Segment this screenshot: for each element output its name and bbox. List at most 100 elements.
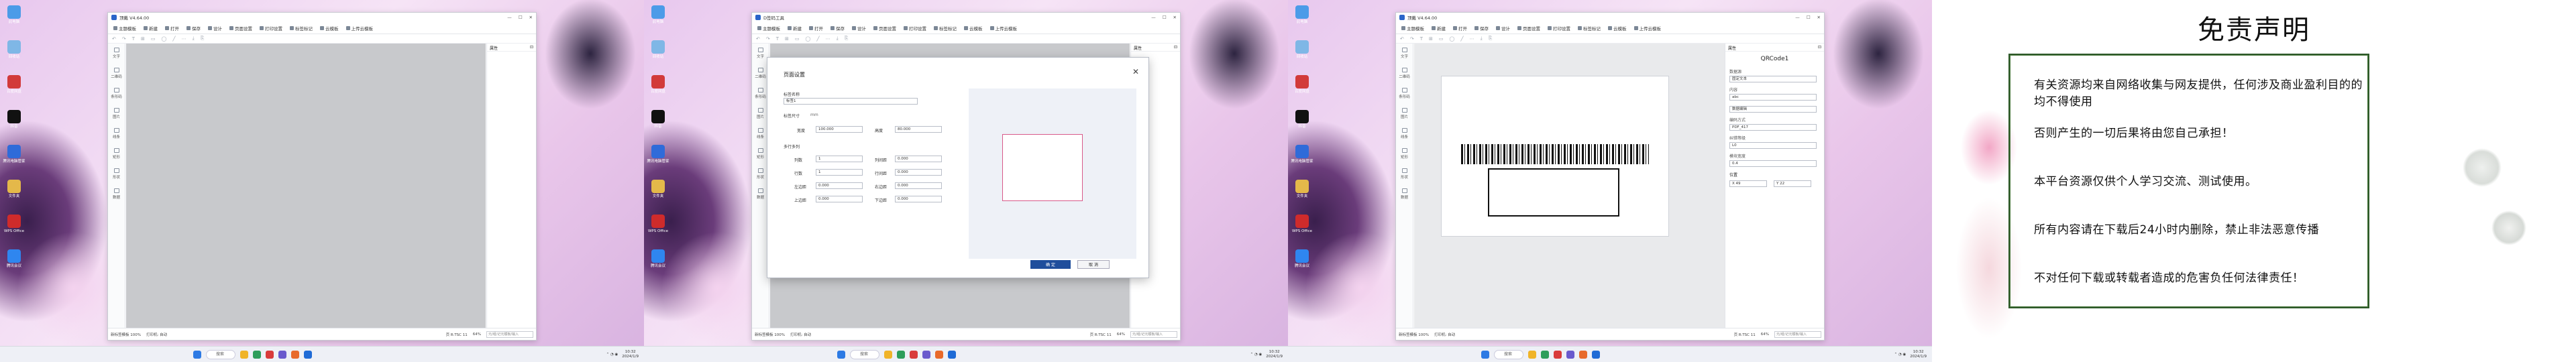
- app-icon[interactable]: [304, 350, 312, 359]
- desktop-icon[interactable]: 此电脑: [647, 5, 669, 35]
- tool-icon[interactable]: ╱: [816, 36, 819, 42]
- tool-icon[interactable]: ▭: [795, 36, 800, 42]
- menu-item[interactable]: 标签标记: [934, 25, 957, 32]
- desktop-icon[interactable]: 腾讯电脑管家: [3, 145, 25, 174]
- menu-item[interactable]: 打印设置: [904, 25, 926, 32]
- field-input[interactable]: 固定文本: [1729, 76, 1817, 82]
- tool-icon[interactable]: ▭: [1439, 36, 1444, 42]
- menu-item[interactable]: 保存: [1474, 25, 1489, 32]
- x-input[interactable]: X 49: [1729, 180, 1767, 187]
- status-search[interactable]: 元/组/记元模板/输入: [486, 330, 533, 338]
- row-input[interactable]: 1: [816, 156, 863, 162]
- zoom-level[interactable]: 64%: [473, 333, 481, 337]
- explorer-icon[interactable]: [240, 350, 248, 359]
- desktop-icon[interactable]: 腾讯会议: [1291, 249, 1313, 279]
- zoom-level[interactable]: 64%: [1761, 333, 1769, 337]
- row-input[interactable]: 0.000: [895, 169, 942, 176]
- desktop-icon[interactable]: 回收站: [1291, 40, 1313, 70]
- menu-item[interactable]: 上传云模板: [345, 25, 373, 32]
- tool-icon[interactable]: ⋯: [182, 36, 186, 42]
- desktop-icon[interactable]: 文件夹: [647, 180, 669, 209]
- desktop-icon[interactable]: 腾讯会议: [3, 249, 25, 279]
- status-search[interactable]: 元/组/记元模板/输入: [1130, 330, 1177, 338]
- sidebar-tool[interactable]: 形状: [1396, 164, 1413, 184]
- app-icon[interactable]: [922, 350, 930, 359]
- desktop-icon[interactable]: 文件夹: [3, 180, 25, 209]
- menu-item[interactable]: 打开: [809, 25, 823, 32]
- tool-icon[interactable]: ⊞: [141, 36, 145, 42]
- tray-icons[interactable]: ⌃ ◔ ◉: [1894, 353, 1907, 357]
- pin-icon[interactable]: ⊡: [530, 45, 533, 50]
- pin-icon[interactable]: ⊡: [1174, 45, 1177, 50]
- field-input[interactable]: PDF_417: [1729, 124, 1817, 131]
- menu-item[interactable]: 云模板: [1608, 25, 1627, 32]
- tool-icon[interactable]: T: [132, 36, 135, 42]
- app-icon[interactable]: [910, 350, 918, 359]
- start-icon[interactable]: [1481, 350, 1489, 359]
- row-input[interactable]: 1: [816, 169, 863, 176]
- close-icon[interactable]: ✕: [529, 15, 533, 20]
- canvas-area[interactable]: [126, 44, 486, 328]
- desktop-icon[interactable]: 腾讯电脑管家: [647, 145, 669, 174]
- sidebar-tool[interactable]: 线条: [1396, 124, 1413, 144]
- row-input[interactable]: 0.000: [816, 196, 863, 202]
- menu-item[interactable]: 打开: [1453, 25, 1467, 32]
- close-icon[interactable]: ✕: [1173, 15, 1177, 20]
- menu-item[interactable]: 页面设置: [1517, 25, 1540, 32]
- sidebar-tool[interactable]: 文字: [108, 44, 125, 64]
- tray-icons[interactable]: ⌃ ◔ ◉: [1250, 353, 1263, 357]
- tool-icon[interactable]: ⤓: [1481, 36, 1483, 42]
- desktop-icon[interactable]: 百度网盘: [3, 75, 25, 105]
- minimize-icon[interactable]: —: [1795, 15, 1800, 20]
- tool-icon[interactable]: ↶: [112, 36, 116, 42]
- field-input[interactable]: 数据编辑: [1729, 106, 1817, 113]
- barcode[interactable]: [1461, 144, 1649, 164]
- menu-item[interactable]: 标签标记: [290, 25, 313, 32]
- maximize-icon[interactable]: ☐: [1163, 15, 1167, 20]
- menu-item[interactable]: 标签标记: [1578, 25, 1601, 32]
- name-input[interactable]: 标签1: [784, 98, 918, 105]
- desktop-icon[interactable]: 回收站: [647, 40, 669, 70]
- desktop-icon[interactable]: 此电脑: [1291, 5, 1313, 35]
- tool-icon[interactable]: ⊞: [1429, 36, 1433, 42]
- menu-item[interactable]: 主题模板: [113, 25, 136, 32]
- ok-button[interactable]: 确 定: [1030, 260, 1071, 269]
- app-icon[interactable]: [935, 350, 943, 359]
- tool-icon[interactable]: ▭: [151, 36, 156, 42]
- height-input[interactable]: 80.000: [895, 126, 942, 133]
- row-input[interactable]: 0.000: [895, 156, 942, 162]
- row-input[interactable]: 0.000: [816, 182, 863, 189]
- app-icon[interactable]: [1566, 350, 1574, 359]
- menu-item[interactable]: 新建: [1432, 25, 1446, 32]
- menu-item[interactable]: 设计: [852, 25, 866, 32]
- close-icon[interactable]: ✕: [1817, 15, 1821, 20]
- window-controls[interactable]: — ☐ ✕: [1795, 15, 1821, 20]
- menu-item[interactable]: 设计: [208, 25, 222, 32]
- sidebar-tool[interactable]: 形状: [108, 164, 125, 184]
- tool-icon[interactable]: ↶: [1400, 36, 1404, 42]
- sidebar-tool[interactable]: 线条: [108, 124, 125, 144]
- tool-icon[interactable]: ◯: [806, 36, 811, 42]
- app-icon[interactable]: [1554, 350, 1562, 359]
- field-input[interactable]: L0: [1729, 142, 1817, 149]
- menu-item[interactable]: 保存: [186, 25, 201, 32]
- app-icon[interactable]: [266, 350, 274, 359]
- window-controls[interactable]: — ☐ ✕: [507, 15, 533, 20]
- desktop-icon[interactable]: 回收站: [3, 40, 25, 70]
- sidebar-tool[interactable]: 矩形: [1396, 144, 1413, 164]
- sidebar-tool[interactable]: 文字: [1396, 44, 1413, 64]
- canvas-area[interactable]: [1414, 44, 1725, 328]
- menu-item[interactable]: 新建: [788, 25, 802, 32]
- dialog-close-icon[interactable]: ✕: [1132, 67, 1139, 76]
- sidebar-tool[interactable]: 条形码: [1396, 84, 1413, 104]
- tool-icon[interactable]: ↷: [1410, 36, 1414, 42]
- menu-item[interactable]: 保存: [830, 25, 845, 32]
- desktop-icon[interactable]: 百度网盘: [647, 75, 669, 105]
- tool-icon[interactable]: ◯: [1450, 36, 1455, 42]
- tool-icon[interactable]: ↷: [766, 36, 770, 42]
- tool-icon[interactable]: ⋯: [826, 36, 830, 42]
- taskbar-search[interactable]: 搜索: [1494, 349, 1523, 359]
- desktop-icon[interactable]: 抖音: [647, 110, 669, 139]
- taskbar-search[interactable]: 搜索: [850, 349, 879, 359]
- menu-item[interactable]: 云模板: [320, 25, 339, 32]
